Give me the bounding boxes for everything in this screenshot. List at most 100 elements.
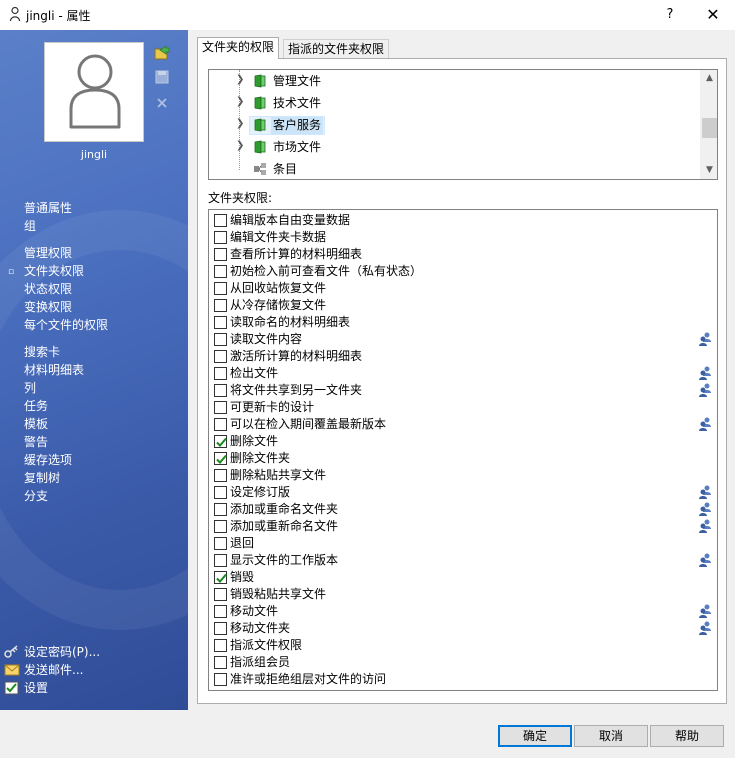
expand-chevron-icon[interactable]: ❯: [236, 118, 244, 129]
permission-row[interactable]: 指派文件权限: [214, 637, 714, 654]
nav-state-permissions[interactable]: 状态权限: [24, 280, 108, 298]
permission-checkbox[interactable]: [214, 384, 227, 397]
tree-item[interactable]: ❯ 技术文件: [209, 92, 699, 114]
scroll-down-icon[interactable]: ▼: [701, 162, 717, 179]
permission-row[interactable]: 设定修订版: [214, 484, 714, 501]
tree-scrollbar[interactable]: ▲ ▼: [700, 70, 717, 179]
permission-row[interactable]: 初始检入前可查看文件（私有状态）: [214, 263, 714, 280]
permission-row[interactable]: 添加或重新命名文件: [214, 518, 714, 535]
permission-row[interactable]: 激活所计算的材料明细表: [214, 348, 714, 365]
permission-checkbox[interactable]: [214, 656, 227, 669]
permission-checkbox[interactable]: [214, 503, 227, 516]
cancel-button[interactable]: 取消: [574, 725, 648, 747]
permission-checkbox[interactable]: [214, 520, 227, 533]
permission-checkbox[interactable]: [214, 537, 227, 550]
permission-checkbox[interactable]: [214, 367, 227, 380]
delete-picture-icon[interactable]: [154, 95, 170, 111]
tree-item[interactable]: 条目: [209, 158, 699, 179]
tree-item[interactable]: ❯ 市场文件: [209, 136, 699, 158]
nav-bom[interactable]: 材料明细表: [24, 361, 84, 379]
permission-row[interactable]: 移动文件夹: [214, 620, 714, 637]
permission-row[interactable]: 编辑文件夹卡数据: [214, 229, 714, 246]
nav-copy-tree[interactable]: 复制树: [24, 469, 84, 487]
permission-row[interactable]: 从冷存储恢复文件: [214, 297, 714, 314]
permission-checkbox[interactable]: [214, 673, 227, 686]
permission-row[interactable]: 显示文件的工作版本: [214, 552, 714, 569]
permission-row[interactable]: 从回收站恢复文件: [214, 280, 714, 297]
permission-checkbox[interactable]: [214, 639, 227, 652]
permission-checkbox[interactable]: [214, 452, 227, 465]
permission-row[interactable]: 指派组会员: [214, 654, 714, 671]
permission-checkbox[interactable]: [214, 350, 227, 363]
permission-checkbox[interactable]: [214, 265, 227, 278]
ok-button[interactable]: 确定: [498, 725, 572, 747]
group-permission-icon[interactable]: [698, 331, 712, 347]
permission-row[interactable]: 读取文件内容: [214, 331, 714, 348]
tab-folder-permissions[interactable]: 文件夹的权限: [197, 37, 280, 59]
permission-row[interactable]: 可更新卡的设计: [214, 399, 714, 416]
nav-columns[interactable]: 列: [24, 379, 84, 397]
send-mail-link[interactable]: 发送邮件...: [4, 661, 100, 679]
group-permission-icon[interactable]: [698, 501, 712, 517]
tree-item[interactable]: ❯ 管理文件: [209, 70, 699, 92]
permission-row[interactable]: 删除粘贴共享文件: [214, 467, 714, 484]
folder-tree[interactable]: ❯ 管理文件 ❯ 技术文件 ❯ 客户服务 ❯ 市场文件 条目 ▲ ▼: [208, 69, 718, 180]
scroll-thumb[interactable]: [702, 118, 717, 138]
nav-cache-options[interactable]: 缓存选项: [24, 451, 84, 469]
settings-link[interactable]: 设置: [4, 679, 100, 697]
group-permission-icon[interactable]: [698, 365, 712, 381]
permission-row[interactable]: 可以在检入期间覆盖最新版本: [214, 416, 714, 433]
permission-checkbox[interactable]: [214, 418, 227, 431]
permission-row[interactable]: 销毁粘贴共享文件: [214, 586, 714, 603]
help-button[interactable]: ?: [660, 4, 680, 26]
group-permission-icon[interactable]: [698, 484, 712, 500]
save-picture-icon[interactable]: [154, 69, 170, 85]
permission-checkbox[interactable]: [214, 333, 227, 346]
permission-row[interactable]: 移动文件: [214, 603, 714, 620]
permission-checkbox[interactable]: [214, 282, 227, 295]
nav-group[interactable]: 组: [24, 217, 72, 235]
change-picture-icon[interactable]: [154, 44, 170, 60]
permission-checkbox[interactable]: [214, 316, 227, 329]
nav-general-properties[interactable]: 普通属性: [24, 199, 72, 217]
permission-checkbox[interactable]: [214, 435, 227, 448]
tree-item[interactable]: ❯ 客户服务: [209, 114, 699, 136]
close-button[interactable]: ✕: [700, 2, 726, 28]
group-permission-icon[interactable]: [698, 603, 712, 619]
expand-chevron-icon[interactable]: ❯: [236, 74, 244, 85]
permission-row[interactable]: 销毁: [214, 569, 714, 586]
tab-assigned-folder-permissions[interactable]: 指派的文件夹权限: [283, 39, 390, 59]
permission-row[interactable]: 删除文件夹: [214, 450, 714, 467]
nav-branch[interactable]: 分支: [24, 487, 84, 505]
permission-row[interactable]: 退回: [214, 535, 714, 552]
nav-warnings[interactable]: 警告: [24, 433, 84, 451]
permission-checkbox[interactable]: [214, 605, 227, 618]
permission-row[interactable]: 删除文件: [214, 433, 714, 450]
permission-row[interactable]: 读取命名的材料明细表: [214, 314, 714, 331]
permission-row[interactable]: 查看所计算的材料明细表: [214, 246, 714, 263]
help-dialog-button[interactable]: 帮助: [650, 725, 724, 747]
permission-row[interactable]: 将文件共享到另一文件夹: [214, 382, 714, 399]
permission-row[interactable]: 编辑版本自由变量数据: [214, 212, 714, 229]
nav-search-card[interactable]: 搜索卡: [24, 343, 84, 361]
nav-templates[interactable]: 模板: [24, 415, 84, 433]
nav-per-file-permissions[interactable]: 每个文件的权限: [24, 316, 108, 334]
permission-row[interactable]: 添加或重命名文件夹: [214, 501, 714, 518]
expand-chevron-icon[interactable]: ❯: [236, 96, 244, 107]
group-permission-icon[interactable]: [698, 416, 712, 432]
permission-checkbox[interactable]: [214, 571, 227, 584]
permission-row[interactable]: 检出文件: [214, 365, 714, 382]
nav-admin-permissions[interactable]: 管理权限: [24, 244, 108, 262]
nav-transition-permissions[interactable]: 变换权限: [24, 298, 108, 316]
permission-row[interactable]: 准许或拒绝组层对文件的访问: [214, 671, 714, 688]
nav-tasks[interactable]: 任务: [24, 397, 84, 415]
permission-checkbox[interactable]: [214, 486, 227, 499]
permission-checkbox[interactable]: [214, 214, 227, 227]
permission-checkbox[interactable]: [214, 401, 227, 414]
permission-checkbox[interactable]: [214, 588, 227, 601]
scroll-up-icon[interactable]: ▲: [701, 70, 717, 87]
expand-chevron-icon[interactable]: ❯: [236, 140, 244, 151]
group-permission-icon[interactable]: [698, 518, 712, 534]
permission-checkbox[interactable]: [214, 248, 227, 261]
group-permission-icon[interactable]: [698, 552, 712, 568]
